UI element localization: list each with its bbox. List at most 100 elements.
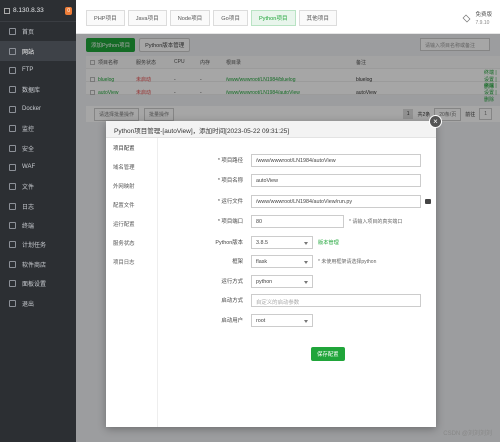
sidebar-item-label: 面板设置 [22,282,47,289]
sidebar-item-logs[interactable]: 日志 [0,197,76,216]
field-project-path: * 项目路径 /www/wwwroot/LN1984/autoView [158,153,436,167]
sidebar-item-database[interactable]: 数据库 [0,80,76,99]
logout-icon [9,299,16,307]
project-tabs: PHP项目 Java项目 Node项目 Go项目 Python项目 其他项目 [86,10,337,26]
framework-hint: * 未使用框架请选择python [318,258,377,265]
modal-title: Python项目管理-[autoView]，添加时间[2023-05-22 09… [106,121,436,138]
tab-java[interactable]: Java项目 [127,10,167,26]
project-path-input[interactable]: /www/wwwroot/LN1984/autoView [251,153,421,167]
modal-tabs: 项目配置 域名管理 外网映射 配置文件 运行配置 服务状态 项目日志 [106,138,158,427]
sidebar-item-label: 网站 [22,49,35,56]
framework-label: 框架 [232,259,243,265]
sidebar-item-label: WAF [22,164,36,171]
python-version-select[interactable]: 3.8.5 [251,235,313,249]
sidebar-item-store[interactable]: 软件商店 [0,255,76,274]
framework-select[interactable]: flask [251,254,313,268]
folder-icon [9,183,16,191]
field-framework: 框架 flask * 未使用框架请选择python [158,254,436,268]
sidebar-item-label: 安全 [22,146,35,153]
sidebar-item-files[interactable]: 文件 [0,177,76,196]
tab-project-log[interactable]: 项目日志 [106,252,157,271]
version-manage-link[interactable]: 版本管理 [318,239,339,246]
field-start-command: 启动方式 自定义的启动参数 [158,293,436,307]
version-info[interactable]: 免费版 7.9.10 [462,10,492,26]
log-icon [9,202,16,210]
sidebar-item-label: 日志 [22,204,35,211]
diamond-icon [463,14,471,22]
server-icon [4,7,10,14]
sidebar-item-docker[interactable]: Docker [0,100,76,119]
sidebar-item-settings[interactable]: 面板设置 [0,274,76,293]
waf-icon [9,163,16,171]
project-config-form: * 项目路径 /www/wwwroot/LN1984/autoView * 项目… [158,138,436,427]
sidebar-item-label: 软件商店 [22,262,47,269]
sidebar-item-label: 退出 [22,301,35,308]
sidebar-item-security[interactable]: 安全 [0,138,76,157]
sidebar-item-waf[interactable]: WAF [0,158,76,177]
tab-run-config[interactable]: 运行配置 [106,214,157,233]
sidebar-item-cron[interactable]: 计划任务 [0,235,76,254]
start-command-input[interactable]: 自定义的启动参数 [251,293,421,307]
tab-go[interactable]: Go项目 [213,10,248,26]
ftp-icon [9,66,16,74]
field-python-version: Python版本 3.8.5 版本管理 [158,235,436,249]
close-icon[interactable]: × [429,115,442,128]
globe-icon [9,47,16,55]
tab-other[interactable]: 其他项目 [298,10,337,26]
clock-icon [9,241,16,249]
home-icon [9,28,16,36]
project-path-label: * 项目路径 [217,158,243,164]
tab-node[interactable]: Node项目 [169,10,211,26]
start-user-label: 启动用户 [221,318,243,324]
sidebar-item-label: 终端 [22,224,35,231]
sidebar-item-terminal[interactable]: 终端 [0,216,76,235]
run-file-input[interactable]: /www/wwwroot/LN1984/autoView/run.py [251,194,421,208]
sidebar-item-label: 文件 [22,185,35,192]
folder-icon[interactable] [425,198,431,204]
tab-python[interactable]: Python项目 [250,10,296,26]
start-user-select[interactable]: root [251,313,313,327]
sidebar-item-label: Docker [22,106,42,113]
sidebar-item-website[interactable]: 网站 [0,41,76,61]
field-start-user: 启动用户 root [158,313,436,327]
tab-service-status[interactable]: 服务状态 [106,233,157,252]
run-mode-select[interactable]: python [251,274,313,288]
start-command-label: 启动方式 [221,298,243,304]
store-icon [9,260,16,268]
tab-external-mapping[interactable]: 外网映射 [106,176,157,195]
field-project-name: * 项目名称 autoView [158,173,436,187]
sidebar-item-home[interactable]: 首页 [0,22,76,41]
sidebar-item-label: 计划任务 [22,243,47,250]
run-mode-label: 运行方式 [221,279,243,285]
field-project-port: * 项目端口 80 * 请输入项目的真实端口 [158,214,436,228]
docker-icon [9,105,16,113]
sidebar: 8.130.8.33 0 首页 网站 FTP 数据库 Docker 监控 安全 … [0,0,76,442]
project-port-label: * 项目端口 [217,219,243,225]
watermark: CSDN @刘刘刘刘 [443,431,492,437]
terminal-icon [9,222,16,230]
sidebar-item-logout[interactable]: 退出 [0,293,76,312]
database-icon [9,86,16,94]
project-name-label: * 项目名称 [217,178,243,184]
run-file-label: * 运行文件 [217,199,243,205]
project-port-input[interactable]: 80 [251,214,344,228]
sidebar-item-label: 首页 [22,30,35,37]
tab-php[interactable]: PHP项目 [86,10,125,26]
sidebar-item-label: 监控 [22,127,35,134]
project-settings-modal: Python项目管理-[autoView]，添加时间[2023-05-22 09… [106,115,442,427]
tab-project-config[interactable]: 项目配置 [106,138,157,157]
top-bar: PHP项目 Java项目 Node项目 Go项目 Python项目 其他项目 免… [76,0,500,34]
python-version-label: Python版本 [215,240,243,246]
sidebar-item-ftp[interactable]: FTP [0,61,76,80]
field-run-file: * 运行文件 /www/wwwroot/LN1984/autoView/run.… [158,194,436,208]
notification-badge[interactable]: 0 [65,6,72,15]
tab-config-file[interactable]: 配置文件 [106,195,157,214]
tab-domain-manage[interactable]: 域名管理 [106,157,157,176]
save-config-button[interactable]: 保存配置 [311,347,345,361]
sidebar-item-monitor[interactable]: 监控 [0,119,76,138]
shield-icon [9,144,16,152]
gear-icon [9,280,16,288]
field-run-mode: 运行方式 python [158,274,436,288]
sidebar-item-label: 数据库 [22,88,41,95]
project-name-input[interactable]: autoView [251,173,421,187]
